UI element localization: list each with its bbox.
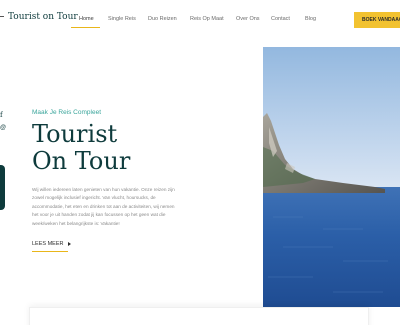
- play-arrow-icon: [68, 241, 72, 246]
- hero-title: Tourist On Tour: [32, 121, 130, 175]
- nav-item-blog[interactable]: Blog: [305, 16, 316, 22]
- nav-item-reis-op-maat[interactable]: Reis Op Maat: [190, 16, 224, 22]
- hero-photo-coast: [263, 47, 400, 307]
- hero-kicker: Maak Je Reis Compleet: [32, 109, 101, 116]
- hero-description: Wij willen iedereen laten genieten van h…: [32, 187, 175, 226]
- hero-title-line-1: Tourist: [32, 120, 118, 148]
- site-header: Tourist on Tour Home Single Reis Duo Rei…: [0, 0, 400, 40]
- nav-item-single-reis[interactable]: Single Reis: [108, 16, 136, 22]
- nav-item-over-ons[interactable]: Over Ons: [236, 16, 260, 22]
- side-fragment-icon: @: [0, 125, 7, 131]
- logo-dash: [0, 16, 4, 17]
- side-card[interactable]: [0, 165, 5, 210]
- site-logo[interactable]: Tourist on Tour: [8, 12, 78, 22]
- read-more-label: LEES MEER: [32, 241, 64, 247]
- coast-illustration: [263, 47, 400, 307]
- read-more-link[interactable]: LEES MEER: [32, 241, 72, 247]
- nav-item-home[interactable]: Home: [79, 16, 94, 22]
- side-fragment-text: f: [0, 111, 3, 119]
- active-nav-underline: [71, 27, 100, 28]
- nav-item-contact[interactable]: Contact: [271, 16, 290, 22]
- nav-item-duo-reizen[interactable]: Duo Reizen: [148, 16, 177, 22]
- book-today-button[interactable]: BOEK VANDAAG: [354, 12, 400, 28]
- read-more-underline: [32, 251, 68, 252]
- bottom-content-card: [29, 307, 369, 325]
- hero-title-line-2: On Tour: [32, 147, 131, 175]
